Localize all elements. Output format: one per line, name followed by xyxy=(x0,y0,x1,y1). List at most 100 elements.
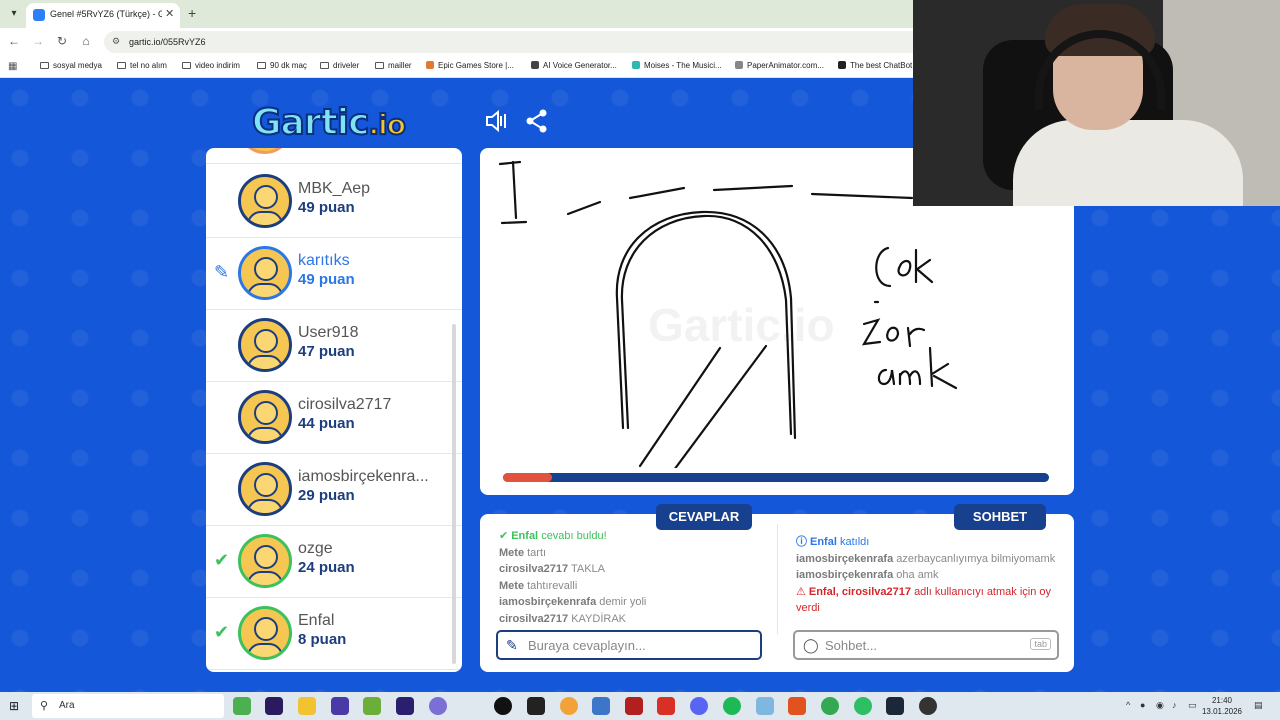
new-tab-button[interactable]: + xyxy=(188,5,196,21)
reload-icon[interactable]: ↻ xyxy=(54,34,70,48)
address-bar[interactable]: ⚙ gartic.io/055RvYZ6 xyxy=(104,31,924,53)
folder-icon xyxy=(117,62,126,69)
player-row[interactable]: ✔ Enfal 8 puan xyxy=(206,598,462,670)
player-list[interactable]: MBK_Aep 49 puan ✎ karıtıks 49 puan User9… xyxy=(206,148,462,672)
steam-icon[interactable] xyxy=(886,697,904,715)
chat-list[interactable]: ⓘ Enfal katıldı iamosbirçekenrafa azerbay… xyxy=(796,534,1058,617)
avatar xyxy=(238,246,292,300)
search-placeholder: Ara xyxy=(59,700,75,711)
round-timer-bar xyxy=(503,473,1049,482)
moises-icon xyxy=(632,61,640,69)
tiktok-icon[interactable] xyxy=(527,697,545,715)
discord-icon[interactable] xyxy=(690,697,708,715)
file-explorer-icon[interactable] xyxy=(298,697,316,715)
bookmark-item[interactable]: PaperAnimator.com... xyxy=(735,61,824,70)
bookmark-item[interactable]: tel no alım xyxy=(117,61,167,70)
vpn-icon[interactable] xyxy=(331,697,349,715)
bookmark-item[interactable]: 90 dk maç xyxy=(257,61,307,70)
network-icon[interactable]: ▭ xyxy=(1188,700,1197,711)
player-name: User918 xyxy=(298,324,359,341)
player-row[interactable]: ✔ ozge 24 puan xyxy=(206,526,462,598)
logo-main-text: Gartic xyxy=(251,101,370,144)
answer-input[interactable]: ✎ Buraya cevaplayın... xyxy=(496,630,762,660)
app-icon[interactable] xyxy=(592,697,610,715)
app-icon[interactable] xyxy=(494,697,512,715)
chat-message: iamosbirçekenrafa azerbaycanlıyımya bilm… xyxy=(796,551,1058,568)
answer-message: cirosilva2717 TAKLA xyxy=(499,561,764,578)
app-icon[interactable] xyxy=(429,697,447,715)
app-icon[interactable] xyxy=(363,697,381,715)
avatar xyxy=(238,174,292,228)
gartic-favicon-icon xyxy=(33,9,45,21)
site-info-icon[interactable]: ⚙ xyxy=(112,36,120,47)
tab-answers[interactable]: CEVAPLAR xyxy=(656,504,752,530)
bookmark-item[interactable]: The best ChatBot xyxy=(838,61,912,70)
bookmark-label: Epic Games Store |... xyxy=(438,61,514,70)
app-icon[interactable] xyxy=(756,697,774,715)
microphone-icon[interactable]: ● xyxy=(1140,700,1145,710)
bookmark-label: tel no alım xyxy=(130,61,167,70)
message-user: cirosilva2717 xyxy=(499,563,569,576)
player-row[interactable]: cirosilva2717 44 puan xyxy=(206,382,462,454)
gartic-logo[interactable]: Gartic.io xyxy=(251,101,407,144)
taskbar-search[interactable]: ⚲ Ara xyxy=(32,694,224,718)
volume-icon[interactable]: ♪ xyxy=(1172,700,1177,710)
pencil-icon: ✎ xyxy=(214,262,230,282)
chrome-taskbar-icon[interactable] xyxy=(233,697,251,715)
app-icon[interactable] xyxy=(657,697,675,715)
player-row[interactable]: MBK_Aep 49 puan xyxy=(206,166,462,238)
after-effects-icon[interactable] xyxy=(265,697,283,715)
player-points: 44 puan xyxy=(298,415,355,432)
location-icon[interactable]: ◉ xyxy=(1156,700,1164,711)
notification-icon[interactable]: ▤ xyxy=(1254,700,1263,711)
bookmark-label: Moises - The Musici... xyxy=(644,61,722,70)
apps-grid-icon[interactable]: ▦ xyxy=(8,61,17,72)
bookmark-item[interactable]: AI Voice Generator... xyxy=(531,61,617,70)
chat-message: ⚠ Enfal, cirosilva2717 adlı kullanıcıyı a… xyxy=(796,584,1058,617)
forward-arrow-icon[interactable]: → xyxy=(30,34,46,48)
windows-start-icon[interactable]: ⊞ xyxy=(9,699,19,713)
tab-search-button[interactable]: ▾ xyxy=(6,6,22,22)
player-row[interactable]: User918 47 puan xyxy=(206,310,462,382)
player-row[interactable]: ✎ karıtıks 49 puan xyxy=(206,238,462,310)
speaker-icon[interactable] xyxy=(484,108,510,134)
app-icon[interactable] xyxy=(854,697,872,715)
chat-input[interactable]: ◯ Sohbet... tab xyxy=(793,630,1059,660)
search-icon: ⚲ xyxy=(40,700,49,712)
player-list-scrollbar[interactable] xyxy=(452,324,456,664)
answers-list[interactable]: ✔ Enfal cevabı buldu! Mete tartı cirosilv… xyxy=(499,528,764,628)
bookmark-item[interactable]: video indirim xyxy=(182,61,240,70)
avatar xyxy=(238,534,292,588)
app-icon[interactable] xyxy=(788,697,806,715)
bookmark-item[interactable]: Epic Games Store |... xyxy=(426,61,514,70)
player-points: 47 puan xyxy=(298,343,355,360)
back-arrow-icon[interactable]: ← xyxy=(6,34,22,48)
message-text: demir yoli xyxy=(599,596,647,609)
tab-chat[interactable]: SOHBET xyxy=(954,504,1046,530)
streamer-shirt xyxy=(1013,120,1243,206)
answer-placeholder: Buraya cevaplayın... xyxy=(528,638,646,653)
maps-icon[interactable] xyxy=(560,697,578,715)
tab-close-icon[interactable]: ✕ xyxy=(165,7,174,20)
player-row[interactable]: iamosbirçekenra... 29 puan xyxy=(206,454,462,526)
bookmark-item[interactable]: mailler xyxy=(375,61,412,70)
tray-chevron-icon[interactable]: ^ xyxy=(1126,700,1130,710)
taskbar-clock[interactable]: 21:40 13.01.2026 xyxy=(1200,695,1244,717)
bookmark-item[interactable]: sosyal medya xyxy=(40,61,102,70)
bookmark-label: video indirim xyxy=(195,61,240,70)
panel-divider xyxy=(777,524,778,634)
chrome-icon[interactable] xyxy=(821,697,839,715)
spotify-icon[interactable] xyxy=(723,697,741,715)
share-icon[interactable] xyxy=(524,108,550,134)
bookmark-item[interactable]: Moises - The Musici... xyxy=(632,61,722,70)
app-icon[interactable] xyxy=(625,697,643,715)
browser-tab-active[interactable]: Genel #5RvYZ6 (Türkçe) - Gartic ✕ xyxy=(26,3,180,28)
avatar xyxy=(238,390,292,444)
media-encoder-icon[interactable] xyxy=(396,697,414,715)
bookmark-label: sosyal medya xyxy=(53,61,102,70)
ai-voice-icon xyxy=(531,61,539,69)
home-icon[interactable]: ⌂ xyxy=(78,34,94,48)
app-icon[interactable] xyxy=(919,697,937,715)
bookmark-item[interactable]: driveler xyxy=(320,61,359,70)
folder-icon xyxy=(182,62,191,69)
